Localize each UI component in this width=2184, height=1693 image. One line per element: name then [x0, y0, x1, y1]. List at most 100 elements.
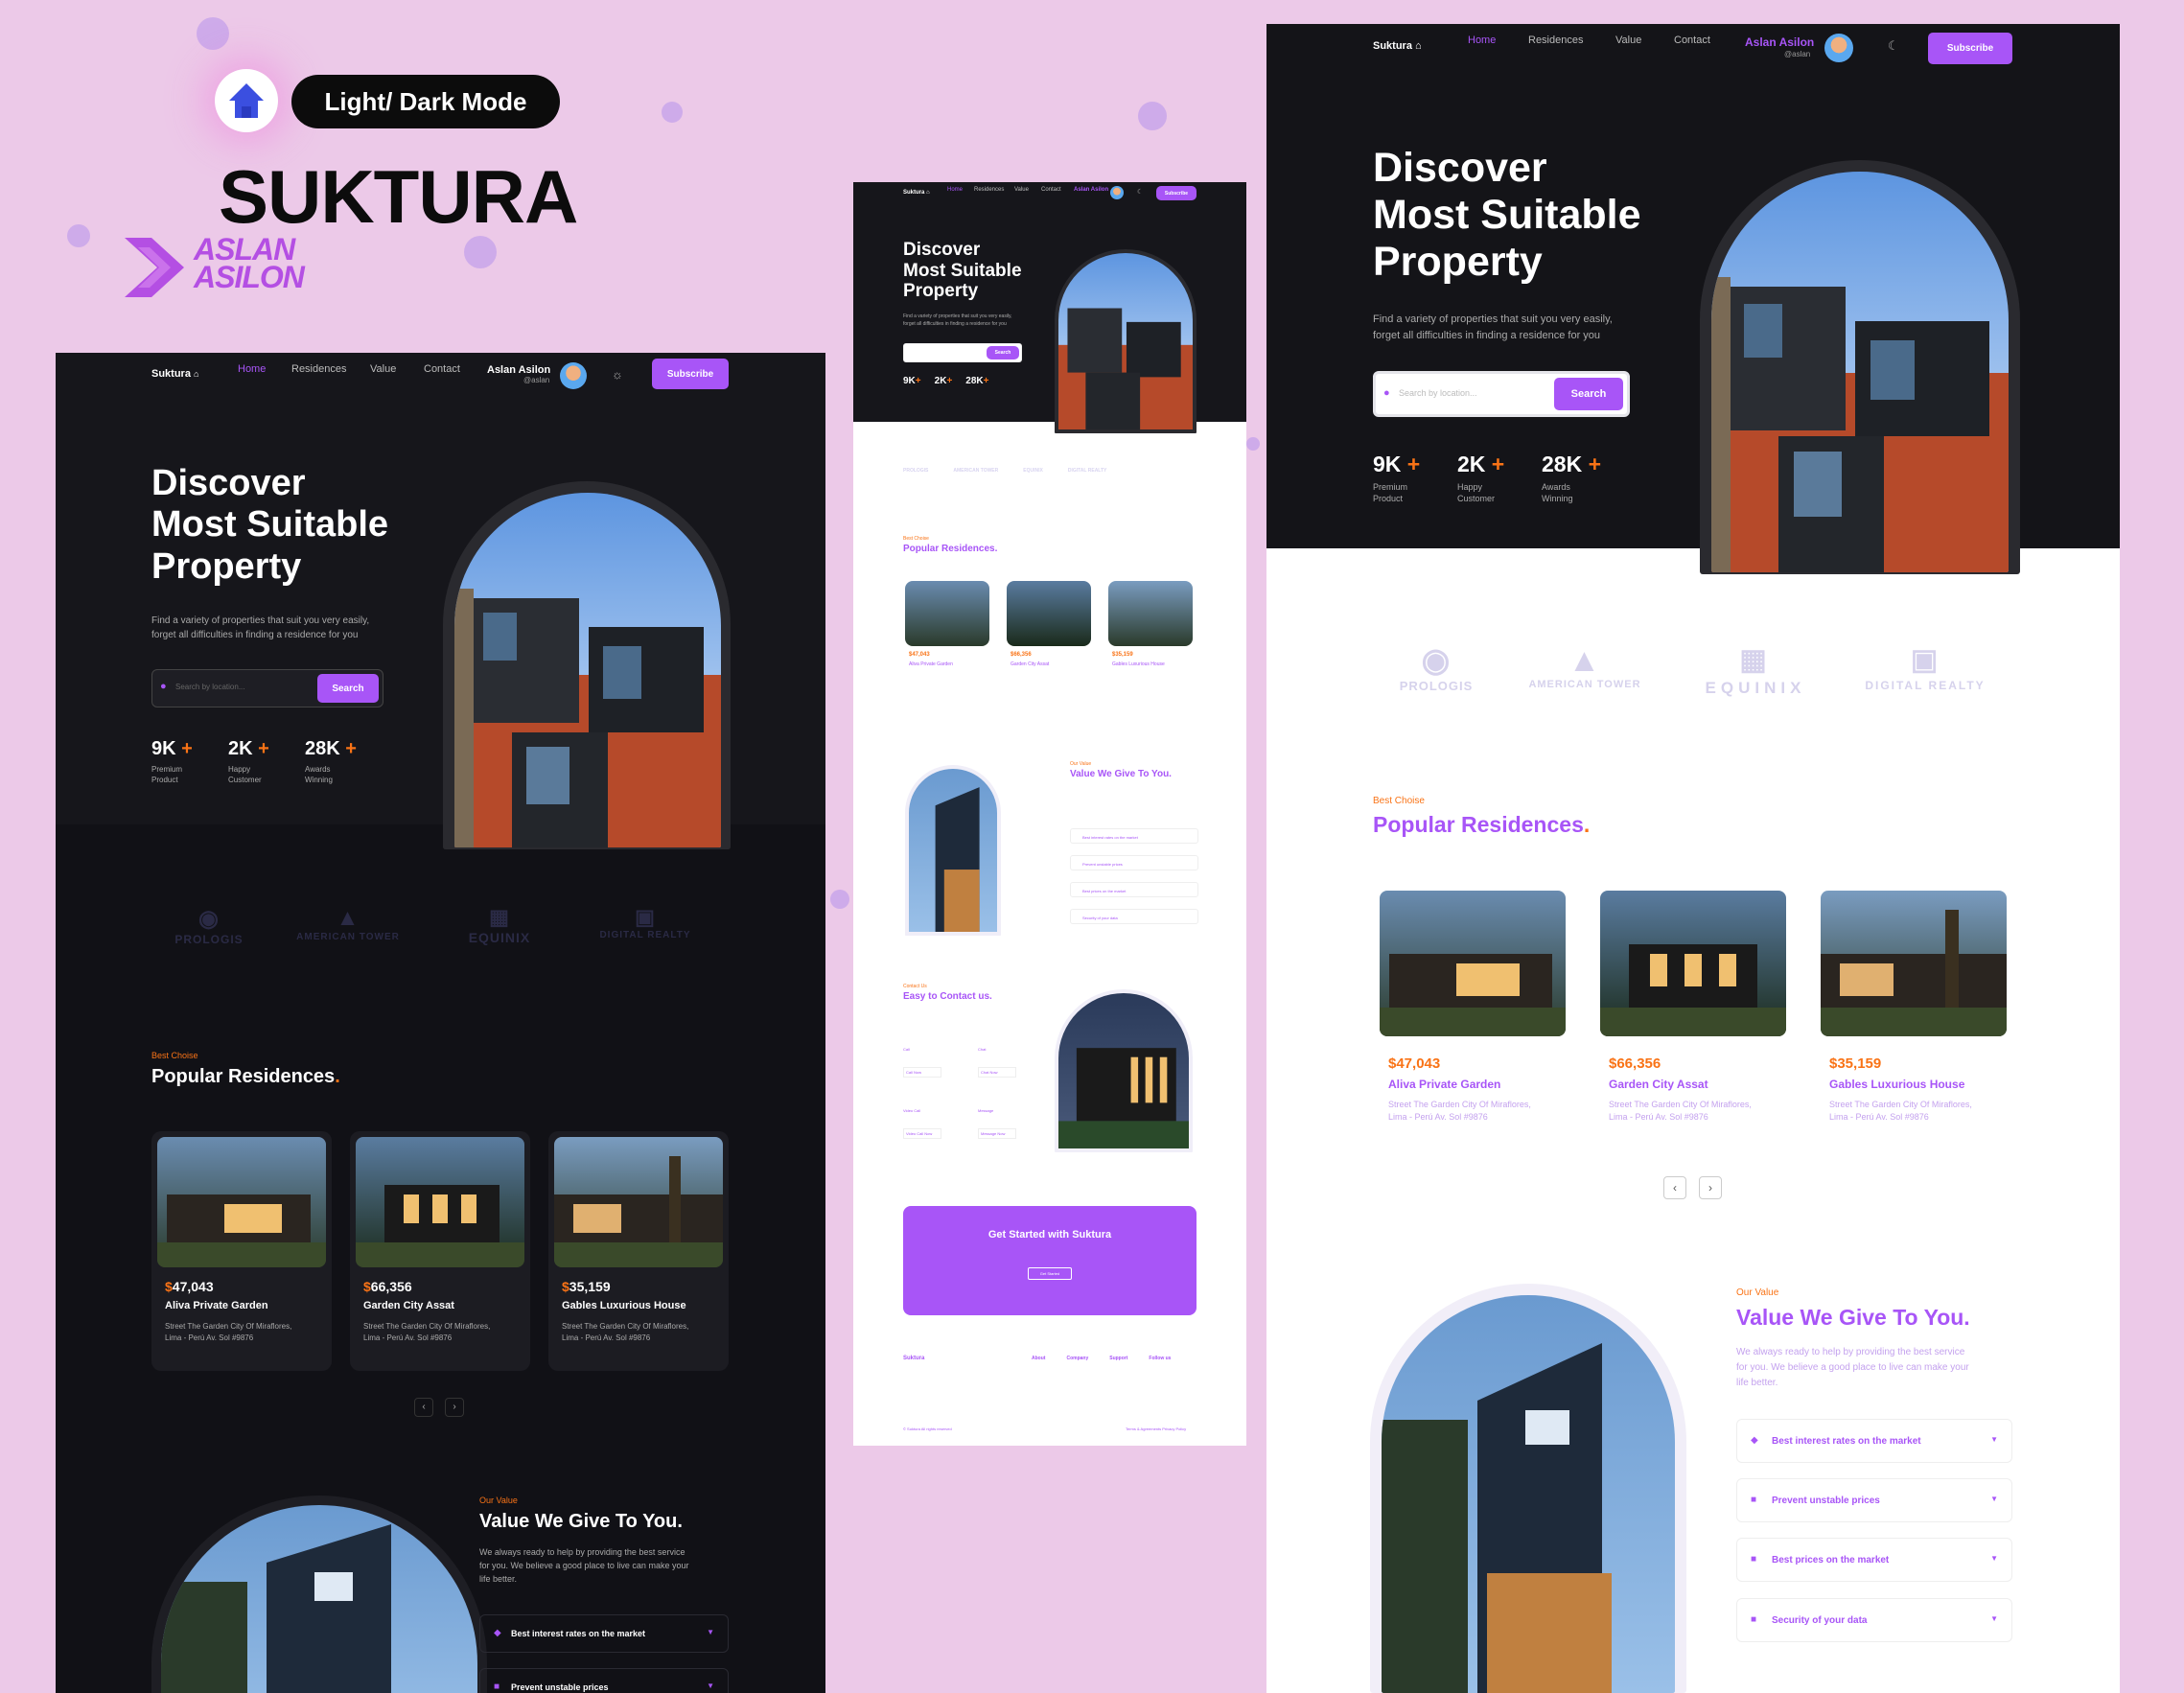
residence-card-info[interactable]: $66,356 Garden City Assat Street The Gar… [1609, 1055, 1752, 1124]
search-button[interactable]: Search [1554, 378, 1623, 410]
nav-link-contact[interactable]: Contact [1674, 35, 1710, 46]
nav-link-home[interactable]: Home [1468, 35, 1496, 46]
residence-card-info[interactable]: $35,159 Gables Luxurious House Street Th… [1829, 1055, 1972, 1124]
shield-icon: ◆ [1751, 1435, 1758, 1446]
residence-name: Aliva Private Garden [909, 661, 953, 667]
theme-toggle-icon[interactable]: ☼ [612, 367, 623, 382]
decor-dot [197, 17, 229, 50]
nav-link-contact[interactable]: Contact [424, 363, 460, 375]
user-name[interactable]: Aslan Asilon [1745, 35, 1814, 49]
nav-link-home[interactable]: Home [947, 187, 963, 193]
chevron-down-icon: ▼ [1990, 1554, 1998, 1563]
user-name[interactable]: Aslan Asilon [1074, 187, 1108, 193]
nav-logo[interactable]: Suktura ⌂ [1373, 40, 1422, 52]
contact-channel[interactable]: Chat Chat Now [978, 1047, 1016, 1078]
residence-image[interactable] [1007, 581, 1091, 646]
nav-link-residences[interactable]: Residences [1528, 35, 1583, 46]
value-eyebrow: Our Value [479, 1496, 518, 1505]
residence-image[interactable] [1600, 891, 1786, 1036]
avatar[interactable] [1110, 186, 1124, 199]
partner-logo-equinix: ▦ EQUINIX [468, 905, 531, 945]
avatar[interactable] [1824, 34, 1853, 62]
author-logo: ASLAN ASILON [125, 232, 316, 297]
nav-logo[interactable]: Suktura ⌂ [903, 190, 930, 196]
dark-mockup: Suktura ⌂ Home Residences Value Contact … [56, 353, 825, 1693]
residence-card-info[interactable]: $47,043 Aliva Private Garden Street The … [1388, 1055, 1531, 1124]
residence-price: $66,356 [1011, 652, 1032, 658]
user-name[interactable]: Aslan Asilon [487, 364, 550, 376]
residences-title: Popular Residences. [151, 1066, 340, 1087]
search-bar[interactable]: Search [903, 343, 1022, 362]
partner-logo-prologis: ◉ PROLOGIS [1399, 642, 1474, 693]
avatar[interactable] [560, 362, 587, 389]
residence-image[interactable] [1380, 891, 1566, 1036]
cta-button[interactable]: Get Started [1028, 1267, 1072, 1280]
value-building-image [905, 765, 1001, 936]
footer-legal[interactable]: Terms & Agreements Privacy Policy [1126, 1426, 1186, 1431]
decor-dot [830, 890, 849, 909]
value-accordion-item[interactable]: ■ Security of your data ▼ [1736, 1598, 2012, 1642]
author-name: ASLAN ASILON [194, 232, 305, 294]
nav-link-residences[interactable]: Residences [291, 363, 346, 375]
partner-logo-digital-realty: ▣ DIGITAL REALTY [599, 905, 691, 940]
nav-link-value[interactable]: Value [1014, 187, 1029, 193]
stat-premium: 9K + Premium Product [151, 738, 193, 784]
residence-image[interactable] [1821, 891, 2007, 1036]
search-input[interactable]: Search by location... [175, 683, 244, 691]
brand-title: SUKTURA [219, 154, 578, 239]
nav-link-contact[interactable]: Contact [1041, 187, 1061, 193]
contact-title: Easy to Contact us. [903, 991, 992, 1002]
residence-card[interactable]: $35,159 Gables Luxurious House Street Th… [548, 1131, 729, 1371]
next-arrow-button[interactable]: › [1699, 1176, 1722, 1199]
prev-arrow-button[interactable]: ‹ [414, 1398, 433, 1417]
contact-channel[interactable]: Call Call Now [903, 1047, 941, 1078]
hero-title: Discover Most Suitable Property [151, 463, 389, 587]
hero-subtitle: Find a variety of properties that suit y… [151, 615, 370, 640]
value-accordion-item[interactable]: ◆ Best interest rates on the market ▼ [1736, 1419, 2012, 1463]
next-arrow-button[interactable]: › [445, 1398, 464, 1417]
subscribe-button[interactable]: Subscribe [652, 359, 729, 389]
nav-link-residences[interactable]: Residences [974, 187, 1004, 193]
value-accordion-item[interactable]: Best interest rates on the market [1070, 828, 1198, 844]
residence-card[interactable]: $66,356 Garden City Assat Street The Gar… [350, 1131, 530, 1371]
decor-dot [662, 102, 683, 123]
value-accordion-item[interactable]: ■ Prevent unstable prices ▼ [479, 1668, 729, 1693]
nav-link-home[interactable]: Home [238, 363, 266, 375]
search-bar[interactable]: ● Search by location... Search [151, 669, 383, 707]
user-handle: @aslan [523, 376, 550, 384]
nav-link-value[interactable]: Value [1615, 35, 1641, 46]
stats: 9K + Premium Product 2K + Happy Customer 28K… [1373, 452, 1605, 504]
nav-logo[interactable]: Suktura ⌂ [151, 368, 198, 380]
value-accordion-item[interactable]: ◆ Best interest rates on the market ▼ [479, 1614, 729, 1653]
nav-link-value[interactable]: Value [370, 363, 396, 375]
value-building-image [1382, 1295, 1675, 1693]
residence-card[interactable]: $47,043 Aliva Private Garden Street The … [151, 1131, 332, 1371]
contact-channel[interactable]: Video Call Video Call Now [903, 1108, 941, 1139]
stat-premium: 9K+ [903, 376, 921, 386]
prev-arrow-button[interactable]: ‹ [1663, 1176, 1686, 1199]
value-accordion-item[interactable]: ■ Best prices on the market ▼ [1736, 1538, 2012, 1582]
contact-channel[interactable]: Message Message Now [978, 1108, 1016, 1139]
shield-icon: ◆ [494, 1628, 501, 1638]
residence-image [356, 1137, 524, 1267]
value-accordion-item[interactable]: ■ Prevent unstable prices ▼ [1736, 1478, 2012, 1522]
search-input[interactable]: Search by location... [1399, 388, 1477, 398]
search-bar[interactable]: ● Search by location... Search [1373, 371, 1630, 417]
subscribe-button[interactable]: Subscribe [1156, 186, 1197, 200]
chevron-logo-icon [125, 238, 184, 297]
theme-toggle-icon[interactable]: ☾ [1137, 188, 1143, 196]
search-button[interactable]: Search [317, 674, 379, 703]
cta-title: Get Started with Suktura [987, 1229, 1112, 1241]
location-pin-icon: ● [1383, 387, 1390, 399]
value-title: Value We Give To You. [1070, 769, 1172, 779]
search-button[interactable]: Search [987, 346, 1019, 359]
residence-image[interactable] [1108, 581, 1193, 646]
residence-image[interactable] [905, 581, 989, 646]
value-accordion-item[interactable]: Prevent unstable prices [1070, 855, 1198, 870]
residences-title: Popular Residences. [1373, 812, 1591, 837]
theme-toggle-icon[interactable]: ☾ [1888, 38, 1899, 54]
subscribe-button[interactable]: Subscribe [1928, 33, 2012, 64]
light-mockup: Suktura ⌂ Home Residences Value Contact … [1266, 24, 2120, 1693]
value-accordion-item[interactable]: Best prices on the market [1070, 882, 1198, 897]
value-accordion-item[interactable]: Security of your data [1070, 909, 1198, 924]
